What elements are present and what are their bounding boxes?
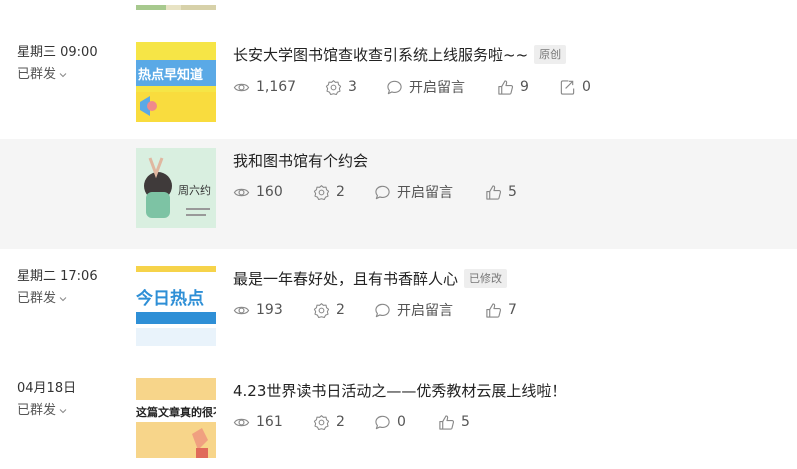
article-thumbnail[interactable]: 这篇文章真的很不 [136,378,216,458]
article-list: 星期三 09:00 已群发 热点早知道 长安大学图书馆查收查引系统上线服务啦~~… [0,0,797,469]
likes-count: 7 [508,302,517,318]
publish-status-toggle[interactable]: 已群发 [17,290,127,308]
article-date-group: 星期二 17:06 已群发 [17,268,127,308]
thumbnail-text: 这篇文章真的很不 [136,405,216,419]
likes-count: 5 [461,414,470,430]
chevron-down-icon [59,409,67,414]
comment-label: 开启留言 [397,303,453,319]
views-stat: 1,167 [233,77,296,97]
shares-stat: 2 [313,182,345,202]
comment-label: 开启留言 [409,80,465,96]
views-count: 1,167 [256,79,297,95]
article-title-line: 4.23世界读书日活动之——优秀教材云展上线啦！ [233,380,566,401]
publish-status: 已群发 [17,67,57,82]
likes-stat: 5 [485,182,517,202]
views-stat: 161 [233,412,283,432]
article-thumbnail[interactable]: 今日热点 [136,266,216,346]
article-title-line: 长安大学图书馆查收查引系统上线服务啦~~ 原创 [233,44,567,65]
gear-share-icon [313,184,330,200]
likes-stat: 9 [497,77,529,97]
likes-stat: 5 [438,412,470,432]
shares-stat: 3 [325,77,357,97]
eye-icon [233,188,250,196]
article-stats: 161 2 0 5 [233,412,553,432]
forwards-count: 0 [582,79,591,95]
thumbs-up-icon [439,414,455,430]
article-date-group: 星期三 09:00 已群发 [17,44,127,84]
comment-bubble-icon [375,185,390,199]
eye-icon [233,306,250,314]
article-title[interactable]: 我和图书馆有个约会 [233,150,368,171]
views-stat: 160 [233,182,283,202]
thumbs-up-icon [486,184,502,200]
shares-count: 2 [336,414,345,430]
thumbs-up-icon [486,302,502,318]
gear-share-icon [313,414,330,430]
views-count: 193 [256,302,283,318]
chevron-down-icon [59,297,67,302]
comment-bubble-icon [375,415,390,429]
eye-icon [233,83,250,91]
forwards-stat: 0 [559,77,591,97]
publish-status: 已群发 [17,403,57,418]
comments-stat[interactable]: 0 [374,412,406,432]
publish-status-toggle[interactable]: 已群发 [17,402,127,420]
article-thumbnail[interactable]: 周六约 [136,148,216,228]
publish-date: 星期三 09:00 [17,45,98,60]
previous-article-thumbnail[interactable] [136,0,216,10]
views-count: 160 [256,184,283,200]
comment-label: 开启留言 [397,185,453,201]
article-thumbnail[interactable]: 热点早知道 [136,42,216,122]
comment-bubble-icon [387,80,402,94]
shares-count: 2 [336,302,345,318]
comments-count: 0 [397,414,406,430]
chevron-down-icon [59,73,67,78]
article-title[interactable]: 长安大学图书馆查收查引系统上线服务啦~~ [233,44,528,65]
article-title[interactable]: 最是一年春好处，且有书香醉人心 [233,268,458,289]
views-stat: 193 [233,300,283,320]
thumbs-up-icon [498,79,514,95]
likes-count: 5 [508,184,517,200]
shares-count: 2 [336,184,345,200]
article-title[interactable]: 4.23世界读书日活动之——优秀教材云展上线啦！ [233,380,566,401]
eye-icon [233,418,250,426]
thumbnail-text: 热点早知道 [138,67,203,83]
publish-date: 星期二 17:06 [17,269,98,284]
modified-badge: 已修改 [464,269,508,288]
article-stats: 193 2 开启留言 7 [233,300,553,320]
comment-toggle[interactable]: 开启留言 [386,77,465,97]
comment-bubble-icon [375,303,390,317]
shares-stat: 2 [313,412,345,432]
article-stats: 160 2 开启留言 5 [233,182,553,202]
likes-count: 9 [520,79,529,95]
shares-count: 3 [348,79,357,95]
comment-toggle[interactable]: 开启留言 [374,182,453,202]
article-date-group: 04月18日 已群发 [17,380,127,420]
views-count: 161 [256,414,283,430]
publish-status: 已群发 [17,291,57,306]
likes-stat: 7 [485,300,517,320]
original-badge: 原创 [534,45,567,64]
comment-toggle[interactable]: 开启留言 [374,300,453,320]
publish-status-toggle[interactable]: 已群发 [17,66,127,84]
thumbnail-text: 周六约 [178,184,211,197]
gear-share-icon [325,79,342,95]
article-stats: 1,167 3 开启留言 9 0 [233,77,633,97]
forward-icon [560,79,575,95]
publish-date: 04月18日 [17,381,77,396]
shares-stat: 2 [313,300,345,320]
article-title-line: 我和图书馆有个约会 [233,150,368,171]
gear-share-icon [313,302,330,318]
article-title-line: 最是一年春好处，且有书香醉人心 已修改 [233,268,508,289]
thumbnail-text: 今日热点 [136,288,204,309]
